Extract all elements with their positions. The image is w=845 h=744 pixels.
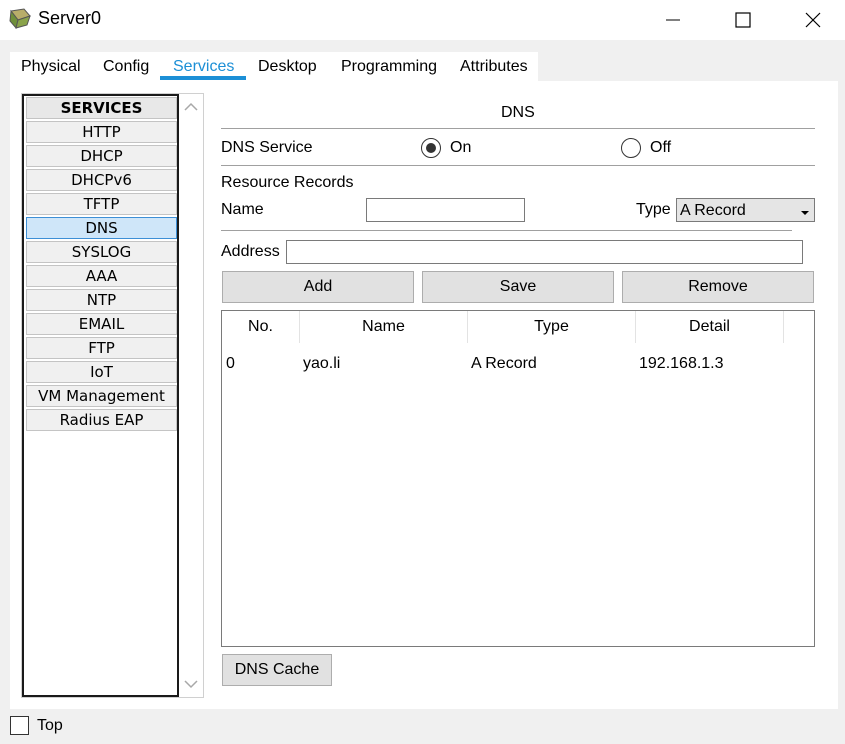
sidebar-item-ftp[interactable]: FTP [26,337,177,359]
title-bar: Server0 [0,0,845,40]
close-icon [805,12,821,28]
sidebar-scrollbar[interactable] [179,94,203,697]
address-input[interactable] [286,240,803,264]
services-list: SERVICES HTTP DHCP DHCPv6 TFTP DNS SYSLO… [22,94,179,697]
radio-selected-dot [426,143,436,153]
sidebar-item-email[interactable]: EMAIL [26,313,177,335]
services-sidebar: SERVICES HTTP DHCP DHCPv6 TFTP DNS SYSLO… [21,93,204,698]
scroll-down-icon[interactable] [183,677,199,691]
resource-records-label: Resource Records [221,174,354,191]
cell-no: 0 [226,355,235,372]
divider [221,230,792,231]
save-button[interactable]: Save [422,271,614,303]
name-input[interactable] [366,198,525,222]
maximize-icon [735,12,751,28]
scroll-up-icon[interactable] [183,100,199,114]
name-label: Name [221,201,264,218]
dns-cache-button[interactable]: DNS Cache [222,654,332,686]
column-header-no[interactable]: No. [222,311,300,343]
services-header: SERVICES [26,97,177,119]
chevron-down-icon [800,205,810,223]
dns-on-radio[interactable] [421,138,441,158]
window-title: Server0 [38,8,102,28]
server-app-icon [8,8,32,30]
dns-off-label[interactable]: Off [650,139,671,157]
column-header-name[interactable]: Name [300,311,468,343]
cell-type: A Record [471,355,537,372]
type-label: Type [636,201,671,218]
column-header-type[interactable]: Type [468,311,636,343]
address-label: Address [221,243,280,260]
tab-programming[interactable]: Programming [341,58,437,76]
sidebar-item-dhcp[interactable]: DHCP [26,145,177,167]
dns-records-table[interactable]: No. Name Type Detail 0 yao.li A Record 1… [221,310,815,647]
minimize-button[interactable] [650,4,696,36]
sidebar-item-ntp[interactable]: NTP [26,289,177,311]
column-header-detail[interactable]: Detail [636,311,784,343]
close-button[interactable] [790,4,836,36]
tab-services[interactable]: Services [173,58,234,76]
sidebar-item-aaa[interactable]: AAA [26,265,177,287]
tab-desktop[interactable]: Desktop [258,58,317,76]
divider [221,165,815,166]
sidebar-item-dhcpv6[interactable]: DHCPv6 [26,169,177,191]
tab-physical[interactable]: Physical [21,58,81,76]
sidebar-item-vm-management[interactable]: VM Management [26,385,177,407]
sidebar-item-tftp[interactable]: TFTP [26,193,177,215]
cell-detail: 192.168.1.3 [639,355,724,372]
dns-off-radio[interactable] [621,138,641,158]
dns-on-label[interactable]: On [450,139,471,157]
minimize-icon [666,19,680,21]
remove-button[interactable]: Remove [622,271,814,303]
dns-service-label: DNS Service [221,139,313,156]
tab-config[interactable]: Config [103,58,149,76]
sidebar-item-http[interactable]: HTTP [26,121,177,143]
top-checkbox[interactable] [10,716,29,735]
sidebar-item-iot[interactable]: IoT [26,361,177,383]
sidebar-item-dns[interactable]: DNS [26,217,177,239]
sidebar-item-syslog[interactable]: SYSLOG [26,241,177,263]
type-select-value: A Record [680,202,746,219]
divider [221,128,815,129]
maximize-button[interactable] [720,4,766,36]
sidebar-item-radius-eap[interactable]: Radius EAP [26,409,177,431]
dns-section-title: DNS [501,104,535,121]
top-label: Top [37,717,63,734]
active-tab-indicator [160,76,246,80]
tab-attributes[interactable]: Attributes [460,58,528,76]
type-select[interactable]: A Record [676,198,815,222]
add-button[interactable]: Add [222,271,414,303]
cell-name: yao.li [303,355,341,372]
